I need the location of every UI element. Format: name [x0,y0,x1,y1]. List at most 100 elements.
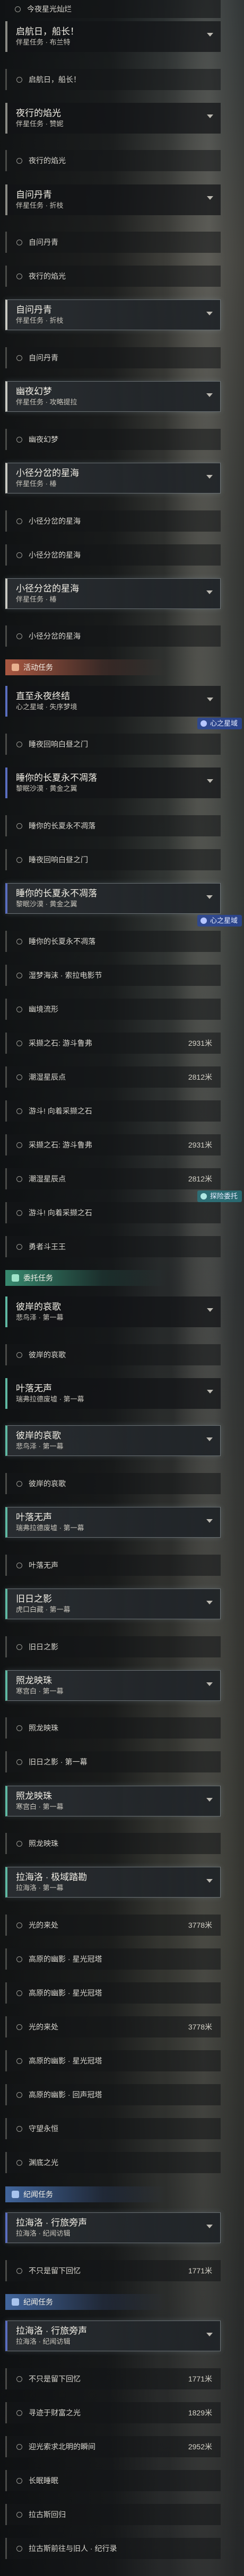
quest-card[interactable]: 拉海洛 · 极域踏勘 拉海洛 · 第一幕 [5,1867,221,1898]
quest-card[interactable]: 彼岸的哀歌 悲鸟泽 · 第一幕 [5,1296,221,1327]
circle-bullet-icon [16,1840,22,1847]
quest-card[interactable]: 小径分岔的星海 伴星任务 · 椿 [5,578,221,609]
quest-step[interactable]: 幽夜幻梦 [5,429,221,450]
quest-card[interactable]: 小径分岔的星海 伴星任务 · 椿 [5,463,221,493]
quest-card[interactable]: 旧日之影 虎口白藏 · 第一幕 [5,1589,221,1619]
quest-step[interactable]: 光的来处 3778米 [5,1915,221,1936]
chevron-down-icon[interactable] [206,312,213,315]
circle-bullet-icon [16,2024,22,2030]
heart-tag[interactable]: 心之星域 [197,718,242,729]
quest-step[interactable]: 采撷之石: 游斗鲁弗 2931米 [5,1033,221,1054]
quest-step[interactable]: 夜行的焰光 [5,266,221,287]
quest-step[interactable]: 湿梦海沫 · 索拉电影节 [5,965,221,986]
chevron-down-icon[interactable] [206,393,213,397]
quest-step[interactable]: 睡你的长夏永不凋落 [5,931,221,952]
heart-tag[interactable]: 心之星域 [197,915,242,927]
quest-step[interactable]: 寻迹于财富之光 1829米 [5,2402,221,2423]
chevron-down-icon[interactable] [206,895,213,899]
chevron-down-icon[interactable] [207,779,213,783]
chevron-down-icon[interactable] [206,590,213,594]
chevron-down-icon[interactable] [207,114,213,118]
quest-subtitle: 黎眠沙漠 · 黄金之翼 [16,784,77,792]
quest-step[interactable]: 长眠睡眠 [5,2470,221,2491]
chevron-down-icon[interactable] [206,1519,213,1523]
chevron-down-icon[interactable] [206,1682,213,1686]
quest-card[interactable]: 自问丹青 伴星任务 · 折枝 [5,184,221,215]
chevron-down-icon[interactable] [206,1879,213,1883]
quest-step[interactable]: 游斗! 向着采撷之石 [5,1100,221,1122]
chevron-down-icon[interactable] [207,1308,213,1312]
quest-step[interactable]: 旧日之影 [5,1636,221,1657]
quest-card[interactable]: 叶落无声 瑞弗拉德废墟 · 第一幕 [5,1507,221,1538]
quest-card[interactable]: 叶落无声 瑞弗拉德废墟 · 第一幕 [5,1378,221,1409]
quest-step[interactable]: 拉古斯回归 [5,2504,221,2525]
quest-step[interactable]: 不只是留下回忆 1771米 [5,2368,221,2389]
quest-step[interactable]: 小径分岔的星海 [5,625,221,647]
quest-step[interactable]: 彼岸的哀歌 [5,1473,221,1494]
quest-step[interactable]: 自问丹青 [5,347,221,368]
chevron-down-icon[interactable] [206,1798,213,1802]
quest-step[interactable]: 幽境流形 [5,999,221,1020]
quest-subtitle: 伴星任务 · 折枝 [16,201,64,209]
quest-card[interactable]: 照龙映珠 寒宫白 · 第一幕 [5,1670,221,1701]
circle-bullet-icon [16,1040,22,1046]
chevron-down-icon[interactable] [207,196,213,200]
quest-step[interactable]: 勇者斗王王 [5,1236,221,1257]
quest-card[interactable]: 直至永夜终结 心之星域 · 失序梦境 [5,686,221,717]
quest-card[interactable]: 启航日，船长！ 伴星任务 · 布兰特 [5,21,221,52]
quest-card[interactable]: 睡你的长夏永不凋落 黎眠沙漠 · 黄金之翼 [5,767,221,798]
quest-step-label: 小径分岔的星海 [29,551,81,559]
quest-card[interactable]: 拉海洛 · 行旅旁声 拉海洛 · 纪闻访辑 [5,2212,221,2243]
quest-card[interactable]: 夜行的焰光 伴星任务 · 赞妮 [5,103,221,134]
quest-step[interactable]: 彼岸的哀歌 [5,1344,221,1365]
chevron-down-icon[interactable] [206,2333,213,2336]
quest-step[interactable]: 高原的幽影 · 回声冠塔 [5,2084,221,2105]
quest-step[interactable]: 睡你的长夏永不凋落 [5,815,221,836]
quest-step[interactable]: 迎光索求北明的瞬间 2952米 [5,2436,221,2457]
quest-card[interactable]: 照龙映珠 寒宫白 · 第一幕 [5,1786,221,1816]
quest-step[interactable]: 高原的幽影 · 星光冠塔 [5,1982,221,2004]
quest-step[interactable]: 叶落无声 [5,1555,221,1576]
quest-step[interactable]: 潮湿星辰点 2812米 [5,1168,221,1189]
quest-step[interactable]: 睡夜回响白昼之门 [5,849,221,870]
quest-step[interactable]: 旧日之影 · 第一幕 [5,1751,221,1772]
chevron-down-icon[interactable] [207,698,213,701]
explore-tag[interactable]: 探险委托 [197,1190,242,1202]
quest-card[interactable]: 彼岸的哀歌 悲鸟泽 · 第一幕 [5,1425,221,1456]
quest-card[interactable]: 自问丹青 伴星任务 · 折枝 [5,299,221,330]
quest-step[interactable]: 照龙映珠 [5,1717,221,1739]
quest-step[interactable]: 游斗! 向着采撷之石 [5,1202,221,1223]
quest-step[interactable]: 照龙映珠 [5,1833,221,1854]
quest-step[interactable]: 采撷之石: 游斗鲁弗 2931米 [5,1134,221,1155]
quest-step[interactable]: 小径分岔的星海 [5,544,221,566]
quest-card[interactable]: 拉海洛 · 行旅旁声 拉海洛 · 纪闻访辑 [5,2321,221,2351]
quest-step[interactable]: 睡夜回响白昼之门 [5,734,221,755]
quest-step[interactable]: 夜行的焰光 [5,150,221,171]
quest-title: 睡你的长夏永不凋落 [16,888,97,898]
quest-step[interactable]: 小径分岔的星海 [5,510,221,532]
chevron-down-icon[interactable] [206,475,213,479]
quest-card[interactable]: 幽夜幻梦 伴星任务 · 攻略提拉 [5,381,221,412]
quest-title: 直至永夜终结 [16,691,70,701]
quest-step[interactable]: 高原的幽影 · 星光冠塔 [5,2050,221,2071]
quest-list-top-item[interactable]: 今夜星光灿烂 [5,0,221,18]
quest-subtitle: 寒宫白 · 第一幕 [16,1687,64,1695]
chevron-down-icon[interactable] [207,33,213,37]
quest-step[interactable]: 守望永恒 [5,2118,221,2139]
quest-step[interactable]: 光的来处 3778米 [5,2016,221,2037]
quest-step-label: 采撷之石: 游斗鲁弗 [29,1141,92,1149]
quest-step[interactable]: 拉古斯前往与旧人 · 纪行录 [5,2538,221,2559]
quest-step[interactable]: 高原的幽影 · 星光冠塔 [5,1948,221,1970]
quest-step[interactable]: 自问丹青 [5,232,221,253]
quest-step[interactable]: 不只是留下回忆 1771米 [5,2260,221,2281]
quest-step[interactable]: 潮湿星辰点 2812米 [5,1066,221,1088]
chevron-down-icon[interactable] [206,1601,213,1604]
circle-bullet-icon [16,1108,22,1114]
chevron-down-icon[interactable] [206,2225,213,2228]
quest-step[interactable]: 启航日，船长！ [5,69,221,90]
quest-card[interactable]: 睡你的长夏永不凋落 黎眠沙漠 · 黄金之翼 [5,883,221,914]
quest-step[interactable]: 渊底之光 [5,2152,221,2173]
chevron-down-icon[interactable] [207,1390,213,1393]
circle-bullet-icon [16,633,22,639]
chevron-down-icon[interactable] [206,1437,213,1441]
